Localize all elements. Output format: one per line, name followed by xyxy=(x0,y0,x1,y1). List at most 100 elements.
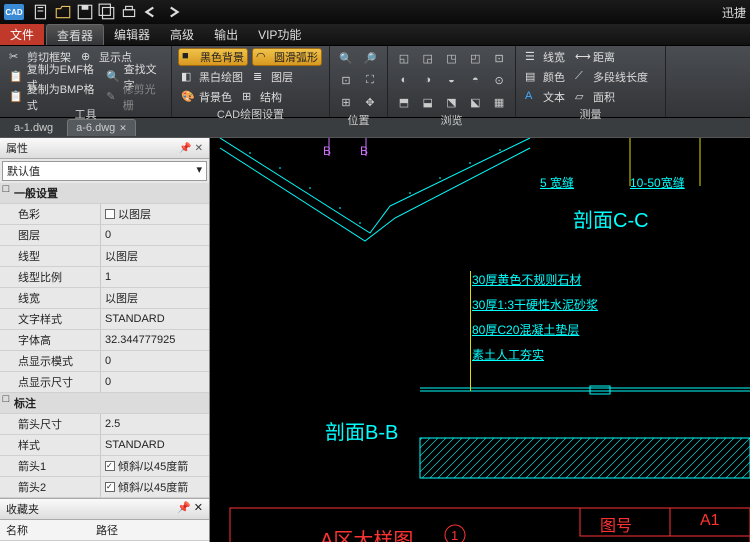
lineweight-button[interactable]: ☰线宽 xyxy=(522,48,568,66)
menu-file[interactable]: 文件 xyxy=(0,24,44,45)
menu-tab-advanced[interactable]: 高级 xyxy=(160,24,204,45)
file-tab-2-label: a-6.dwg xyxy=(76,122,115,134)
distance-label: 距离 xyxy=(593,49,615,65)
browse-icon-5[interactable]: ⊡ xyxy=(489,48,509,68)
saveall-icon[interactable] xyxy=(98,3,116,21)
bg-color-button[interactable]: 🎨背景色 xyxy=(178,88,235,106)
dim-width-1: 5 宽缝 xyxy=(540,174,574,191)
plength-button[interactable]: ⟋多段线长度 xyxy=(572,68,651,86)
bw-draw-button[interactable]: ◧黑白绘图 xyxy=(178,68,246,86)
group-dim-label: 标注 xyxy=(12,393,112,413)
svg-text:1: 1 xyxy=(451,528,458,542)
properties-header: 属性 📌 ✕ xyxy=(0,138,209,159)
note-4: 素土人工夯实 xyxy=(472,346,544,363)
browse-icon-10[interactable]: ⊙ xyxy=(489,70,509,90)
fav-col-name[interactable]: 名称 xyxy=(0,520,90,540)
group-general[interactable]: □一般设置 xyxy=(0,183,209,204)
pin-icon[interactable]: 📌 ✕ xyxy=(179,143,203,154)
marker-b-2: B xyxy=(360,144,368,158)
prop-arrowsize[interactable]: 箭头尺寸2.5 xyxy=(0,414,209,435)
prop-linetype[interactable]: 线型以图层 xyxy=(0,246,209,267)
properties-panel: 属性 📌 ✕ 默认值▾ □一般设置 色彩以图层 图层0 线型以图层 线型比例1 … xyxy=(0,138,210,542)
default-combo[interactable]: 默认值▾ xyxy=(2,161,207,181)
zoom-extent-icon[interactable]: ⛶ xyxy=(360,70,380,90)
browse-icon-8[interactable]: ◒ xyxy=(442,70,462,90)
browse-icon-4[interactable]: ◰ xyxy=(465,48,485,68)
zoom-fit-icon[interactable]: ⊞ xyxy=(336,92,356,112)
zoom-window-icon[interactable]: ⊡ xyxy=(336,70,356,90)
prop-ptmode[interactable]: 点显示模式0 xyxy=(0,351,209,372)
title-bar: CAD 迅捷 xyxy=(0,0,750,24)
trim-raster-button[interactable]: ✎修剪光栅 xyxy=(103,88,165,106)
structure-label: 结构 xyxy=(260,89,282,105)
browse-icon-11[interactable]: ⬒ xyxy=(394,92,414,112)
browse-icon-1[interactable]: ◱ xyxy=(394,48,414,68)
copy-bmp-button[interactable]: 📋复制为BMP格式 xyxy=(6,88,99,106)
menu-tab-editor[interactable]: 编辑器 xyxy=(104,24,160,45)
undo-icon[interactable] xyxy=(142,3,160,21)
prop-textstyle[interactable]: 文字样式STANDARD xyxy=(0,309,209,330)
prop-arrow2[interactable]: 箭头2倾斜/以45度箭 xyxy=(0,477,209,498)
prop-ltscale[interactable]: 线型比例1 xyxy=(0,267,209,288)
layers-label: 图层 xyxy=(271,69,293,85)
structure-button[interactable]: ⊞结构 xyxy=(239,88,285,106)
zoom-out-icon[interactable]: 🔎 xyxy=(360,48,380,68)
prop-ptsize[interactable]: 点显示尺寸0 xyxy=(0,372,209,393)
browse-icon-12[interactable]: ⬓ xyxy=(418,92,438,112)
prop-lineweight[interactable]: 线宽以图层 xyxy=(0,288,209,309)
distance-button[interactable]: ⟷距离 xyxy=(572,48,618,66)
layers-button[interactable]: ≣图层 xyxy=(250,68,296,86)
menu-tab-viewer[interactable]: 查看器 xyxy=(46,24,104,45)
open-icon[interactable] xyxy=(54,3,72,21)
browse-icon-7[interactable]: ◑ xyxy=(418,70,438,90)
menu-tab-output[interactable]: 输出 xyxy=(204,24,248,45)
drawing-canvas[interactable]: 1 B B 5 宽缝 10-50宽缝 剖面C-C 30厚黄色不规则石材 30厚1… xyxy=(210,138,750,542)
zoom-in-icon[interactable]: 🔍 xyxy=(336,48,356,68)
drawing-title: A区大样图 xyxy=(320,524,413,542)
color-label: 颜色 xyxy=(543,69,565,85)
fav-col-path[interactable]: 路径 xyxy=(90,520,124,540)
chevron-down-icon: ▾ xyxy=(196,163,202,179)
checkbox-icon[interactable] xyxy=(105,482,115,492)
titleblock-label: 图号 xyxy=(600,512,632,536)
marker-b-1: B xyxy=(323,144,331,158)
group-pos-label: 位置 xyxy=(336,112,381,129)
prop-textheight[interactable]: 字体高32.344777925 xyxy=(0,330,209,351)
menu-tab-vip[interactable]: VIP功能 xyxy=(248,24,311,45)
file-tab-1[interactable]: a-1.dwg xyxy=(6,120,61,136)
browse-icon-2[interactable]: ◲ xyxy=(418,48,438,68)
browse-icon-9[interactable]: ◓ xyxy=(465,70,485,90)
black-bg-button[interactable]: ■黑色背景 xyxy=(178,48,248,66)
note-3: 80厚C20混凝土垫层 xyxy=(472,321,579,338)
prop-layer[interactable]: 图层0 xyxy=(0,225,209,246)
swatch-icon xyxy=(105,209,115,219)
print-icon[interactable] xyxy=(120,3,138,21)
browse-icon-3[interactable]: ◳ xyxy=(442,48,462,68)
pin-icon[interactable]: 📌 ✕ xyxy=(177,501,203,517)
drawing-svg: 1 xyxy=(210,138,750,542)
prop-arrow1[interactable]: 箭头1倾斜/以45度箭 xyxy=(0,456,209,477)
browse-icon-6[interactable]: ◐ xyxy=(394,70,414,90)
redo-icon[interactable] xyxy=(164,3,182,21)
text-button[interactable]: A文本 xyxy=(522,88,568,106)
group-measure-label: 测量 xyxy=(522,106,659,123)
checkbox-icon[interactable] xyxy=(105,461,115,471)
smooth-arc-button[interactable]: ◠圆滑弧形 xyxy=(252,48,322,66)
pan-icon[interactable]: ✥ xyxy=(360,92,380,112)
color-button[interactable]: ▤颜色 xyxy=(522,68,568,86)
save-icon[interactable] xyxy=(76,3,94,21)
browse-icon-15[interactable]: ▦ xyxy=(489,92,509,112)
dim-width-2: 10-50宽缝 xyxy=(630,174,685,191)
file-tab-2[interactable]: a-6.dwg ✕ xyxy=(67,119,136,136)
prop-style[interactable]: 样式STANDARD xyxy=(0,435,209,456)
new-icon[interactable] xyxy=(32,3,50,21)
area-button[interactable]: ▱面积 xyxy=(572,88,618,106)
lineweight-label: 线宽 xyxy=(543,49,565,65)
browse-icon-14[interactable]: ⬕ xyxy=(465,92,485,112)
close-icon[interactable]: ✕ xyxy=(119,123,127,134)
prop-color[interactable]: 色彩以图层 xyxy=(0,204,209,225)
group-dim[interactable]: □标注 xyxy=(0,393,209,414)
titleblock-value: A1 xyxy=(700,512,720,530)
browse-icon-13[interactable]: ⬔ xyxy=(442,92,462,112)
menu-bar: 文件 查看器 编辑器 高级 输出 VIP功能 xyxy=(0,24,750,46)
